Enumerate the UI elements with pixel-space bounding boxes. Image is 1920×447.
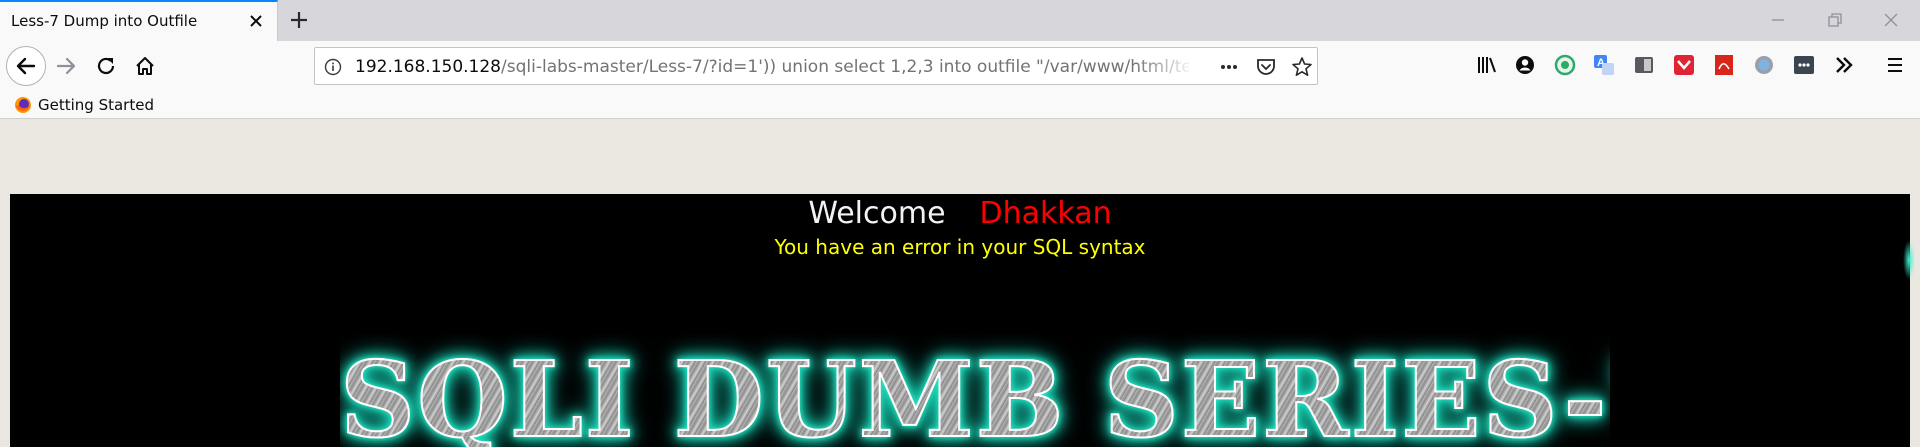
tab-title: Less-7 Dump into Outfile xyxy=(11,12,198,30)
pdf-icon[interactable] xyxy=(1711,52,1737,78)
bookmark-getting-started[interactable]: Getting Started xyxy=(14,94,154,116)
close-tab-icon[interactable] xyxy=(246,11,266,31)
back-arrow-icon xyxy=(16,57,36,75)
welcome-text: Welcome xyxy=(808,196,946,231)
sql-error-message: You have an error in your SQL syntax xyxy=(774,235,1146,259)
site-info-icon[interactable] xyxy=(324,58,342,76)
account-icon[interactable] xyxy=(1512,52,1538,78)
minimize-icon[interactable] xyxy=(1768,10,1788,30)
pocket-icon[interactable] xyxy=(1255,56,1277,78)
restore-icon[interactable] xyxy=(1825,10,1845,30)
forward-arrow-icon xyxy=(56,57,76,75)
content-panel: Welcome Dhakkan You have an error in your… xyxy=(10,194,1910,447)
active-tab[interactable]: Less-7 Dump into Outfile xyxy=(0,0,278,41)
url-fade xyxy=(1135,50,1195,82)
overflow-chevron-icon[interactable] xyxy=(1831,52,1857,78)
address-bar[interactable]: 192.168.150.128/sqli-labs-master/Less-7/… xyxy=(314,47,1318,85)
home-icon xyxy=(136,57,154,75)
back-button[interactable] xyxy=(6,46,46,86)
tab-strip: Less-7 Dump into Outfile xyxy=(0,0,1920,41)
reload-icon xyxy=(97,57,115,75)
page-content: Welcome Dhakkan You have an error in your… xyxy=(0,120,1920,447)
new-tab-icon[interactable] xyxy=(287,8,311,32)
navigation-toolbar: 192.168.150.128/sqli-labs-master/Less-7/… xyxy=(0,41,1920,91)
extension-green-icon[interactable] xyxy=(1552,52,1578,78)
home-button[interactable] xyxy=(129,50,161,82)
bookmarks-toolbar: Getting Started xyxy=(0,91,1920,119)
close-window-icon[interactable] xyxy=(1881,10,1901,30)
forward-button[interactable] xyxy=(50,50,82,82)
reload-button[interactable] xyxy=(90,50,122,82)
bookmark-star-icon[interactable] xyxy=(1291,56,1313,78)
page-actions-icon[interactable] xyxy=(1218,56,1240,78)
url-text[interactable]: 192.168.150.128/sqli-labs-master/Less-7/… xyxy=(355,57,1189,79)
menu-hamburger-icon[interactable] xyxy=(1882,52,1908,78)
extension-dark-icon[interactable] xyxy=(1791,52,1817,78)
reader-view-icon[interactable] xyxy=(1631,52,1657,78)
url-host: 192.168.150.128 xyxy=(355,57,502,77)
library-icon[interactable] xyxy=(1474,52,1500,78)
shield-extension-icon[interactable] xyxy=(1671,52,1697,78)
edge-glow xyxy=(1903,240,1915,280)
series-banner: SQLI DUMB SERIES-7 xyxy=(340,334,1610,447)
translate-icon[interactable]: A xyxy=(1591,52,1617,78)
extension-circle-icon[interactable] xyxy=(1751,52,1777,78)
banner-title: SQLI DUMB SERIES-7 xyxy=(340,347,1610,447)
bookmark-label: Getting Started xyxy=(38,96,154,114)
url-path: /sqli-labs-master/Less-7/?id=1')) union … xyxy=(501,57,1189,77)
user-name: Dhakkan xyxy=(979,196,1112,231)
firefox-icon xyxy=(15,97,31,113)
welcome-line: Welcome Dhakkan xyxy=(10,196,1910,231)
